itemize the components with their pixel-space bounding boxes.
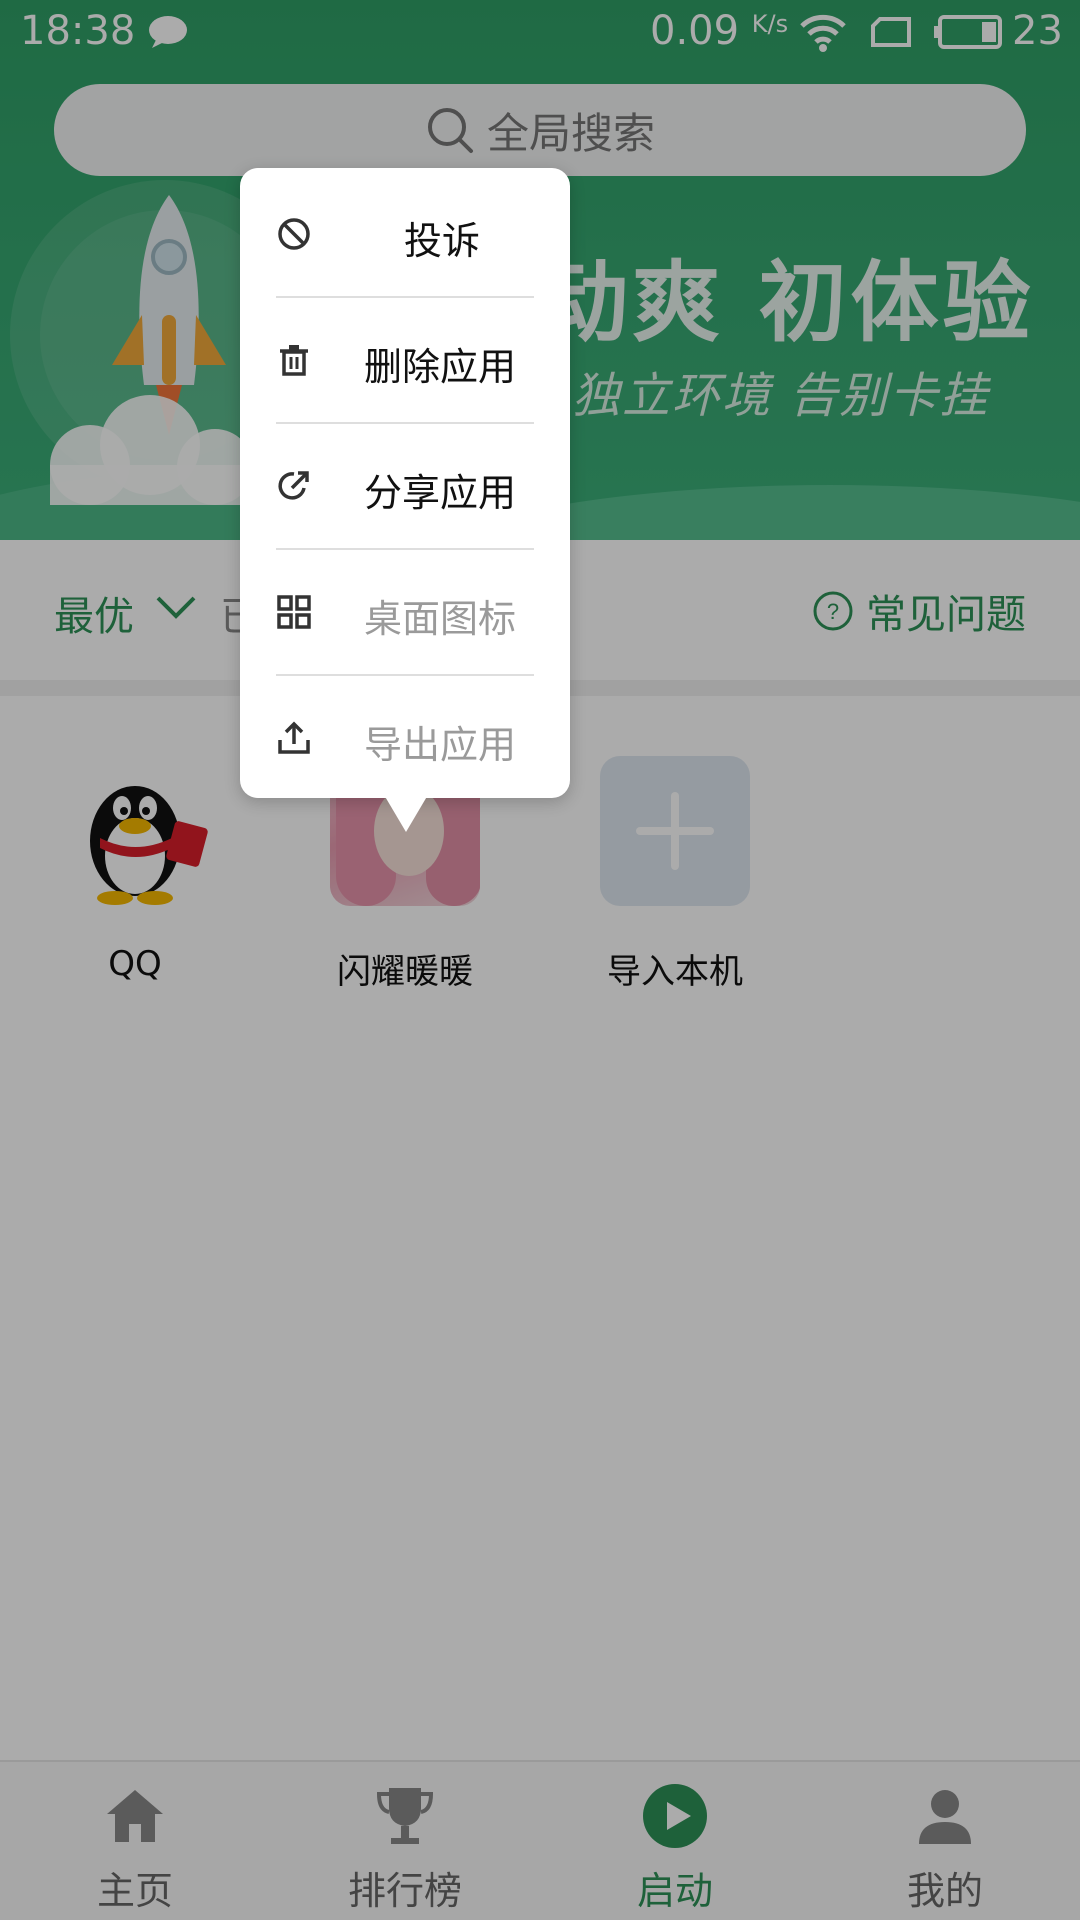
export-icon — [278, 721, 310, 754]
menu-item-delete[interactable]: 删除应用 — [276, 298, 534, 424]
grid-icon — [277, 595, 311, 629]
share-icon — [278, 471, 309, 500]
menu-item-label: 桌面图标 — [363, 597, 516, 641]
menu-pointer — [380, 788, 432, 832]
menu-item-share[interactable]: 分享应用 — [276, 424, 534, 550]
menu-item-report[interactable]: 投诉 — [276, 172, 534, 298]
app-context-menu: 投诉 删除应用 分享应用 桌面图标 导出应用 — [240, 168, 570, 832]
trash-icon — [280, 345, 308, 376]
ban-icon — [278, 218, 310, 250]
menu-item-label: 分享应用 — [363, 471, 516, 515]
menu-item-label: 删除应用 — [363, 345, 516, 389]
menu-item-label: 导出应用 — [363, 723, 516, 767]
menu-item-label: 投诉 — [403, 219, 480, 263]
menu-item-export[interactable]: 导出应用 — [276, 676, 534, 802]
menu-item-desktop-shortcut[interactable]: 桌面图标 — [276, 550, 534, 676]
